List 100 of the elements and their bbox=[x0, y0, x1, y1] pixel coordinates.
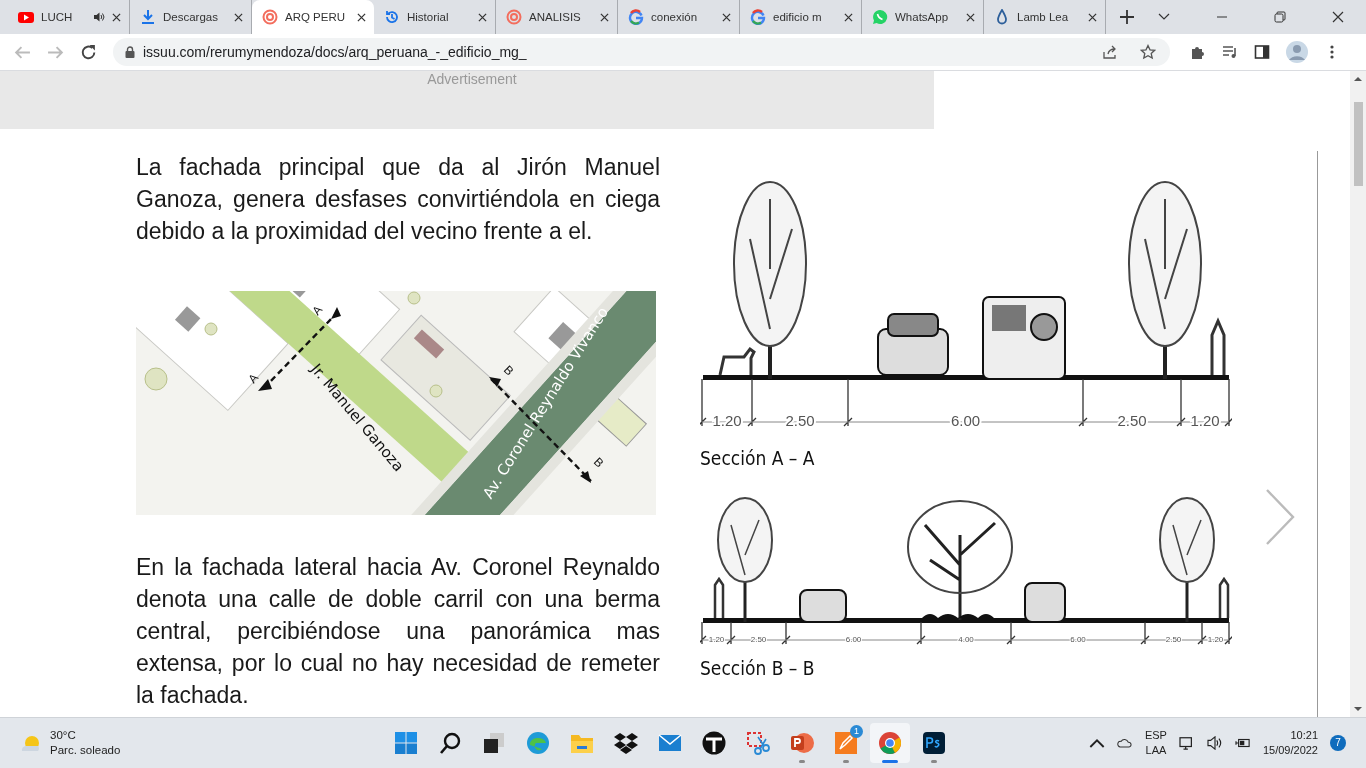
taskbar-app-button[interactable]: 1 bbox=[826, 723, 866, 763]
section-cut-label: A bbox=[309, 302, 326, 319]
dimension-label: 2.50 bbox=[750, 635, 767, 645]
dimension-label: 6.00 bbox=[845, 635, 862, 645]
dimension-label: 1.20 bbox=[712, 411, 742, 429]
weather-condition-text: Parc. soleado bbox=[50, 743, 121, 758]
download-icon bbox=[140, 9, 156, 25]
dimension-label: 6.00 bbox=[1070, 635, 1086, 645]
browser-tab[interactable]: ANALISIS bbox=[496, 0, 618, 34]
close-icon[interactable] bbox=[478, 12, 487, 22]
task-view-icon bbox=[482, 731, 506, 755]
dimension-label: 2.50 bbox=[1117, 411, 1147, 429]
speaker-icon[interactable] bbox=[1206, 736, 1223, 750]
running-indicator bbox=[931, 760, 937, 763]
tab-title: Historial bbox=[407, 11, 450, 23]
address-bar[interactable]: issuu.com/rerumymendoza/docs/arq_peruana_-_edificio_mg_ bbox=[113, 38, 1170, 66]
url-text: issuu.com/rerumymendoza/docs/arq_peruana_-_edificio_mg_ bbox=[143, 44, 527, 60]
scroll-up-icon[interactable] bbox=[1354, 76, 1362, 82]
new-tab-icon[interactable] bbox=[1120, 10, 1134, 24]
open-box-icon bbox=[614, 731, 638, 755]
tab-title: ANALISIS bbox=[529, 11, 582, 23]
scroll-down-icon[interactable] bbox=[1354, 706, 1362, 712]
clock[interactable]: 10:21 15/09/2022 bbox=[1262, 728, 1318, 758]
scissors-icon bbox=[746, 731, 770, 755]
ps-logo-icon bbox=[922, 731, 946, 755]
time-text: 10:21 bbox=[1290, 728, 1318, 743]
body-paragraph: La fachada principal que da al Jirón Manuel Ganoza, genera desfases convirtiéndola en ciega debido a la proximidad del vecino frente a el. bbox=[136, 153, 660, 246]
language-indicator[interactable]: ESP LAA bbox=[1144, 728, 1167, 758]
tab-title: conexión bbox=[651, 11, 699, 23]
network-monitor-icon[interactable] bbox=[1178, 736, 1195, 750]
language-code: ESP bbox=[1144, 728, 1167, 743]
cloud-icon[interactable] bbox=[1116, 736, 1133, 750]
swirl-logo-icon bbox=[526, 731, 550, 755]
keyboard-layout-code: LAA bbox=[1145, 743, 1167, 758]
tab-title: WhatsApp bbox=[895, 11, 950, 23]
search-icon bbox=[438, 731, 462, 755]
running-indicator bbox=[799, 760, 805, 763]
dimension-label: 1.20 bbox=[708, 635, 725, 645]
google-g-icon bbox=[628, 9, 644, 25]
tab-title: ARQ PERU bbox=[285, 11, 347, 23]
browser-tab[interactable]: ARQ PERU bbox=[252, 0, 374, 34]
dimension-label: 1.20 bbox=[1207, 635, 1224, 645]
presentation-logo-icon bbox=[790, 731, 814, 755]
section-cut-label: A bbox=[245, 370, 262, 387]
side-panel-icon[interactable] bbox=[1254, 44, 1270, 60]
history-icon bbox=[384, 9, 400, 25]
temperature-text: 30°C bbox=[50, 728, 77, 743]
ring-logo-icon bbox=[506, 9, 522, 25]
section-caption: Sección A – A bbox=[700, 447, 816, 469]
tab-title: edificio m bbox=[773, 11, 823, 23]
lock-icon bbox=[125, 46, 135, 58]
tab-title: LUCH bbox=[41, 11, 74, 23]
star-icon[interactable] bbox=[1140, 44, 1156, 60]
dimension-label: 2.50 bbox=[1165, 635, 1182, 645]
section-cut-label: B bbox=[500, 362, 517, 379]
close-icon[interactable] bbox=[600, 12, 609, 22]
video-play-icon bbox=[18, 9, 34, 25]
close-icon[interactable] bbox=[966, 12, 975, 22]
ring-logo-icon bbox=[262, 9, 278, 25]
body-paragraph: En la fachada lateral hacia Av. Coronel Reynaldo denota una calle de doble carril con una berma central, percibiéndose una panorámica mas extensa, por lo cual no hay necesidad de remeter la fachada. bbox=[136, 553, 660, 710]
restore-icon[interactable] bbox=[1274, 11, 1286, 23]
browser-tab[interactable]: Lamb Lea bbox=[984, 0, 1106, 34]
advertisement-label: Advertisement bbox=[427, 71, 517, 87]
profile-avatar-icon[interactable] bbox=[1286, 41, 1308, 63]
close-icon[interactable] bbox=[1088, 12, 1097, 22]
date-text: 15/09/2022 bbox=[1262, 743, 1318, 758]
share-icon[interactable] bbox=[1102, 44, 1118, 60]
running-indicator bbox=[882, 760, 898, 763]
battery-plug-icon[interactable] bbox=[1234, 736, 1251, 750]
notification-count-badge[interactable]: 7 bbox=[1330, 735, 1346, 751]
scrollbar[interactable] bbox=[1350, 71, 1366, 717]
browser-tab[interactable]: WhatsApp bbox=[862, 0, 984, 34]
browser-tab[interactable]: conexión bbox=[618, 0, 740, 34]
browser-tab[interactable]: Historial bbox=[374, 0, 496, 34]
tab-title: Descargas bbox=[163, 11, 219, 23]
scrollbar-thumb[interactable] bbox=[1353, 102, 1363, 186]
dimension-label: 1.20 bbox=[1190, 411, 1220, 429]
close-icon[interactable] bbox=[112, 12, 121, 22]
windows-logo-icon bbox=[394, 731, 418, 755]
close-icon[interactable] bbox=[844, 12, 853, 22]
dimension-label: 6.00 bbox=[950, 411, 981, 429]
notification-badge: 1 bbox=[850, 725, 863, 738]
dimension-label: 2.50 bbox=[785, 411, 815, 429]
close-icon[interactable] bbox=[1332, 11, 1344, 23]
close-icon[interactable] bbox=[234, 12, 243, 22]
section-cut-label: B bbox=[590, 454, 607, 471]
reload-icon[interactable] bbox=[80, 43, 97, 61]
tab-title: Lamb Lea bbox=[1017, 11, 1070, 23]
running-indicator bbox=[843, 760, 849, 763]
browser-tab[interactable]: LUCH bbox=[8, 0, 130, 34]
close-icon[interactable] bbox=[357, 12, 366, 22]
dimension-label: 4.00 bbox=[958, 635, 974, 645]
media-queue-icon[interactable] bbox=[1222, 44, 1238, 60]
close-icon[interactable] bbox=[722, 12, 731, 22]
browser-logo-icon bbox=[878, 731, 902, 755]
google-g-icon bbox=[750, 9, 766, 25]
chat-bubble-icon bbox=[872, 9, 888, 25]
section-caption: Sección B – B bbox=[700, 657, 816, 679]
puzzle-icon[interactable] bbox=[1190, 44, 1206, 60]
browser-tab[interactable]: edificio m bbox=[740, 0, 862, 34]
